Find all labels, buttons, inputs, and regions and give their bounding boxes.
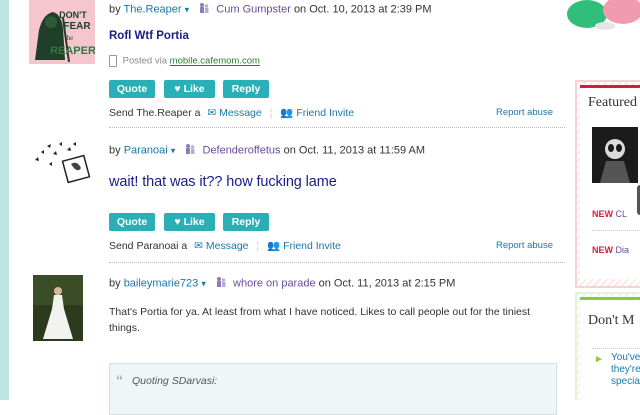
quote-button[interactable]: Quote [109,213,155,231]
friend-invite-link[interactable]: Friend Invite [296,107,354,119]
new-badge: NEW [592,209,613,219]
featured-item-title: CL [615,209,628,219]
group-icon [184,143,196,158]
by-label: by [109,144,121,157]
featured-item[interactable]: NEW CL [592,209,627,219]
reply-button[interactable]: Reply [223,213,269,231]
butterflies-avatar-image [29,138,95,186]
posted-via: Posted via mobile.cafemom.com [109,55,260,67]
by-label: by [109,3,121,16]
featured-accent-bar [580,85,640,88]
quote-block: “ Quoting SDarvasi: [109,363,557,415]
comment-thread: DON'T FEAR the REAPER by The.Reaper ▾ Cu… [9,0,565,415]
candy-banner-image [565,0,640,40]
reaper-avatar-image: DON'T FEAR the REAPER [29,0,95,64]
group-icon [215,276,227,291]
friend-invite-link[interactable]: Friend Invite [283,240,341,252]
dont-miss-line: specia [611,376,640,387]
group-name-link[interactable]: whore on parade [233,277,316,289]
dont-miss-line: You've [611,352,640,363]
mobile-phone-icon [109,55,117,67]
svg-text:the: the [65,34,74,42]
username-link[interactable]: The.Reaper [123,3,181,15]
heart-icon: ♥ [174,83,181,95]
divider: ¦ [256,240,260,252]
dont-miss-line: they're [611,364,640,375]
wedding-avatar-image [33,275,83,341]
featured-title: Featured [588,95,637,110]
post-date: on Oct. 11, 2013 at 2:15 PM [318,277,456,290]
chevron-down-icon[interactable]: ▾ [171,145,176,155]
username-link[interactable]: Paranoai [124,144,168,156]
left-background-strip [0,0,9,400]
featured-thumbnail[interactable] [592,127,638,183]
quote-mark-icon: “ [116,372,123,388]
featured-item-title: Dia [615,245,630,255]
new-badge: NEW [592,245,613,255]
send-prefix: Send Paranoai a [109,240,188,252]
post-byline: by The.Reaper ▾ Cum Gumpster on Oct. 10,… [109,2,432,17]
chevron-right-icon: ► [594,354,604,365]
heart-icon: ♥ [174,216,181,228]
post-date: on Oct. 11, 2013 at 11:59 AM [283,144,426,157]
group-name-link[interactable]: Defenderoffetus [202,144,280,156]
avatar[interactable]: DON'T FEAR the REAPER [29,0,95,64]
svg-text:REAPER: REAPER [50,45,95,57]
post-date: on Oct. 10, 2013 at 2:39 PM [293,3,432,16]
featured-widget: Featured NEW CL NEW Dia [580,85,640,279]
message-link[interactable]: Message [219,107,262,119]
post-body: That's Portia for ya. At least from what… [109,306,531,334]
dont-miss-divider [592,348,640,349]
svg-text:DON'T: DON'T [59,10,87,20]
message-link[interactable]: Message [206,240,249,252]
friend-icon: 👥 [280,107,294,119]
post-divider [109,262,565,263]
dont-miss-title: Don't M [588,313,635,328]
chevron-down-icon[interactable]: ▾ [201,278,206,288]
post-byline: by baileymarie723 ▾ whore on parade on O… [109,276,455,291]
divider: ¦ [269,107,273,119]
dont-miss-accent-bar [580,297,640,300]
post-title: wait! that was it?? how fucking lame [109,174,337,190]
dont-miss-item[interactable]: You've they're specia [611,352,640,388]
like-button[interactable]: ♥ Like [164,80,215,98]
reply-button[interactable]: Reply [223,80,269,98]
send-row: Send Paranoai a ✉ Message ¦ 👥 Friend Inv… [109,239,341,252]
report-abuse-link[interactable]: Report abuse [496,240,553,251]
avatar[interactable] [33,275,83,341]
group-name-link[interactable]: Cum Gumpster [216,3,291,15]
dont-miss-widget: Don't M ► You've they're specia [580,297,640,400]
svg-text:FEAR: FEAR [63,21,91,32]
avatar[interactable] [29,138,95,186]
featured-item[interactable]: NEW Dia [592,245,629,255]
by-label: by [109,277,121,290]
quote-button[interactable]: Quote [109,80,155,98]
posted-via-label: Posted via [122,55,168,67]
like-button[interactable]: ♥ Like [164,213,215,231]
send-row: Send The.Reaper a ✉ Message ¦ 👥 Friend I… [109,106,354,119]
post-divider [109,127,565,128]
chevron-down-icon[interactable]: ▾ [185,4,190,14]
posted-via-link[interactable]: mobile.cafemom.com [170,56,260,67]
report-abuse-link[interactable]: Report abuse [496,107,553,118]
group-icon [198,2,210,17]
post-byline: by Paranoai ▾ Defenderoffetus on Oct. 11… [109,143,425,158]
envelope-icon: ✉ [194,240,203,252]
featured-divider [592,230,640,231]
send-prefix: Send The.Reaper a [109,107,201,119]
envelope-icon: ✉ [207,107,217,119]
username-link[interactable]: baileymarie723 [124,277,199,289]
quote-attribution: Quoting SDarvasi: [132,375,218,387]
post-title: Rofl Wtf Portia [109,30,189,42]
right-sidebar: Featured NEW CL NEW Dia Don't M ► You've [565,0,640,400]
friend-icon: 👥 [267,240,281,252]
